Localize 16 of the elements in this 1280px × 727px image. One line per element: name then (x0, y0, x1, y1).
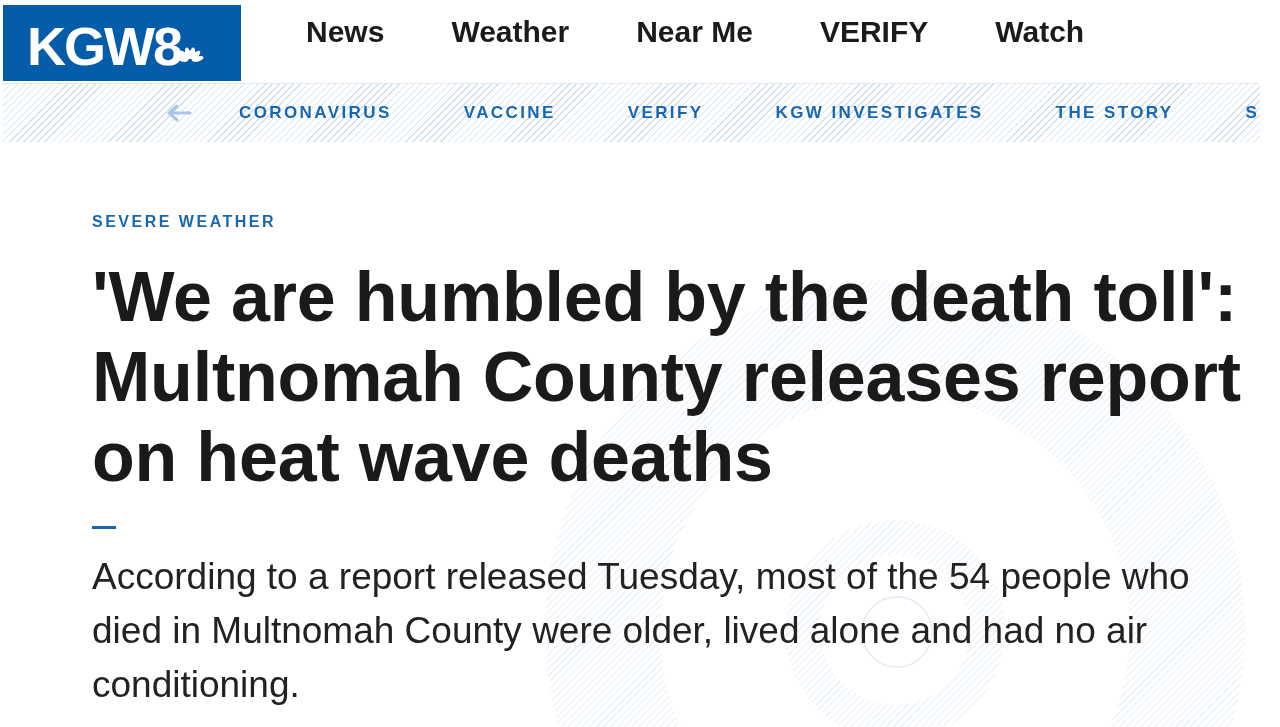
subnav-link[interactable]: VACCINE (463, 102, 556, 124)
nav-link[interactable]: VERIFY (819, 14, 929, 50)
subnav-link[interactable]: S (1245, 102, 1260, 124)
category-link[interactable]: SEVERE WEATHER (92, 212, 277, 232)
subnav-link[interactable]: THE STORY (1055, 102, 1174, 124)
subnav-link[interactable]: VERIFY (627, 102, 704, 124)
nav-link[interactable]: Watch (995, 14, 1085, 50)
headline: 'We are humbled by the death toll': Multnomah County releases report on heat wave deaths (92, 257, 1242, 497)
subnav-link[interactable]: CORONAVIRUS (239, 102, 392, 124)
nav-link[interactable]: News (306, 14, 385, 50)
nav-link[interactable]: Near Me (636, 14, 753, 50)
article-summary: According to a report released Tuesday, most of the 54 people who died in Multnomah County were older, lived alone and had no air conditioning. (92, 555, 1191, 707)
site-logo[interactable]: KGW8 (3, 5, 241, 81)
subnav-link[interactable]: KGW INVESTIGATES (775, 102, 984, 124)
nav-link[interactable]: Weather (451, 14, 570, 50)
arrow-left-icon[interactable] (166, 104, 192, 122)
